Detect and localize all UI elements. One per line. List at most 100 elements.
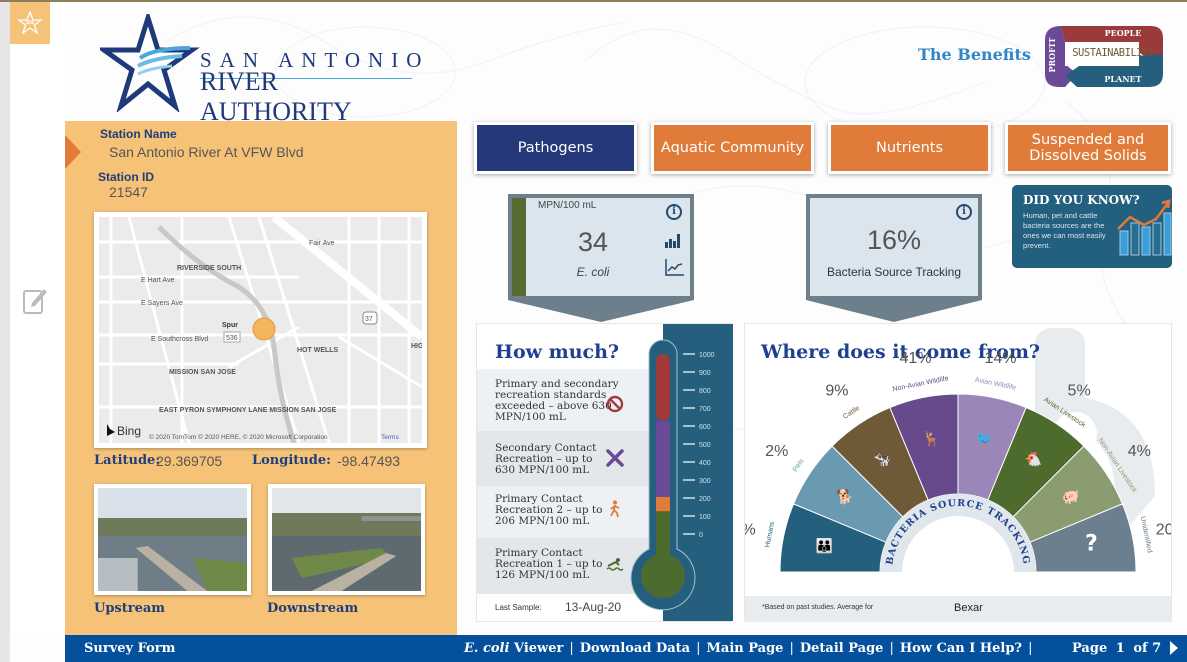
sara-logo[interactable]: SAN ANTONIO RIVER AUTHORITY (100, 14, 430, 126)
map-terms-link[interactable]: Terms (381, 434, 399, 441)
latitude-label: Latitude: (94, 453, 161, 468)
star-wave-logo-icon (100, 14, 200, 112)
info-icon[interactable]: i (956, 204, 972, 220)
bst-segment-pct: 14% (985, 350, 1017, 367)
bst-segment-pct: 20% (1156, 521, 1171, 538)
bst-segment-label: Unidentified (1139, 516, 1153, 554)
left-scroll-rail (0, 2, 10, 662)
longitude-label: Longitude: (252, 453, 331, 468)
band-text: Secondary Contact Recreation – up to 630… (495, 442, 597, 476)
next-page-icon[interactable] (1169, 640, 1179, 656)
survey-form-link[interactable]: Survey Form (84, 641, 175, 656)
dog-icon: 🐕 (836, 488, 853, 505)
page-prefix: Page (1072, 641, 1108, 656)
bst-segment-pct: 5% (1068, 383, 1091, 400)
kayak-icon (606, 449, 624, 467)
svg-text:37: 37 (365, 316, 373, 323)
favorite-button[interactable] (10, 2, 50, 44)
station-map[interactable]: RIVERSIDE SOUTH Fair Ave E Hart Ave E Sa… (94, 212, 427, 448)
separator: | (696, 641, 701, 656)
swimmer-icon (606, 558, 624, 571)
bst-segment-label: Avian Wildlife (974, 377, 1017, 392)
where-footer: *Based on past studies. Average for Bexa… (745, 596, 1171, 622)
deer-icon: 🦌 (923, 431, 940, 448)
where-panel: Where does it come from? 👪Humans5%🐕Pets2… (744, 323, 1172, 622)
tab-pathogens[interactable]: Pathogens (474, 122, 637, 174)
latitude-value: 29.369705 (156, 453, 223, 469)
scale-label: 800 (699, 388, 711, 395)
cow-icon: 🐄 (874, 452, 891, 468)
map-brand: Bing (117, 424, 141, 438)
scale-label: 1000 (699, 352, 715, 359)
scale-label: 500 (699, 442, 711, 449)
downstream-label: Downstream (267, 601, 359, 616)
downstream-image (272, 488, 421, 591)
upstream-label: Upstream (94, 601, 166, 616)
detail-page-link[interactable]: Detail Page (800, 641, 884, 656)
downstream-photo[interactable] (268, 484, 425, 595)
side-toolbar (10, 2, 65, 632)
svg-text:536: 536 (226, 335, 238, 342)
how-much-title: How much? (495, 341, 620, 363)
svg-text:HOT WELLS: HOT WELLS (297, 347, 339, 354)
bst-segment-pct: 5% (745, 521, 756, 538)
sustainability-badge[interactable]: SUSTAINABILITY PEOPLE PLANET PROFIT (1043, 24, 1165, 89)
report-page: SAN ANTONIO RIVER AUTHORITY The Benefits… (0, 0, 1187, 662)
bst-segment-label: Cattle (842, 405, 861, 421)
tab-aquatic-community[interactable]: Aquatic Community (651, 122, 814, 174)
download-data-link[interactable]: Download Data (580, 641, 690, 656)
station-marker[interactable] (252, 317, 276, 341)
link-text: Viewer (509, 641, 564, 656)
separator: | (889, 641, 894, 656)
footer-accent (65, 632, 457, 635)
tab-nutrients[interactable]: Nutrients (828, 122, 991, 174)
band-text: Primary Contact Recreation 2 – up to 206… (495, 493, 603, 527)
survey-edit-button[interactable] (22, 285, 48, 315)
sustainability-people: PEOPLE (1104, 28, 1142, 38)
benefits-link[interactable]: The Benefits (918, 45, 1031, 64)
separator: | (789, 641, 794, 656)
main-page-link[interactable]: Main Page (707, 641, 784, 656)
scale-label: 100 (699, 514, 711, 521)
ecoli-card[interactable]: MPN/100 mL 34 E. coli i (508, 194, 694, 322)
upstream-photo[interactable] (94, 484, 251, 595)
walker-icon (610, 500, 620, 518)
info-icon[interactable]: i (666, 204, 682, 220)
longitude-value: -98.47493 (337, 453, 401, 469)
station-name-label: Station Name (100, 127, 177, 141)
pig-icon: 🐖 (1062, 489, 1079, 505)
svg-text:EAST PYRON SYMPHONY LANE MISSI: EAST PYRON SYMPHONY LANE MISSION SAN JOS… (159, 407, 337, 414)
trend-chart-icon[interactable] (665, 258, 685, 276)
page-of: of (1133, 641, 1148, 656)
footer-nav-bar: Survey Form E. coli Viewer | Download Data… (65, 632, 1187, 662)
chicken-icon: 🐔 (1025, 451, 1042, 468)
did-you-know-text: Human, pet and cattle bacteria sources a… (1023, 211, 1106, 250)
sustainability-center: SUSTAINABILITY (1072, 47, 1154, 59)
svg-text:MISSION SAN JOSE: MISSION SAN JOSE (169, 369, 236, 376)
tab-suspended-dissolved-solids[interactable]: Suspended and Dissolved Solids (1005, 122, 1171, 174)
bst-segment-label: Humans (764, 521, 776, 548)
ecoli-name: E. coli (576, 265, 610, 279)
map-attribution: © 2020 TomTom © 2020 HERE, © 2020 Micros… (149, 433, 328, 441)
scale-label: 400 (699, 460, 711, 467)
sustainability-planet: PLANET (1104, 74, 1142, 84)
svg-text:HIGH: HIGH (411, 343, 422, 350)
bst-card[interactable]: i 16% Bacteria Source Tracking (806, 194, 982, 322)
station-id-label: Station ID (98, 170, 154, 184)
scale-label: 600 (699, 424, 711, 431)
svg-text:E Sayers Ave: E Sayers Ave (141, 300, 183, 307)
scale-label: 0 (699, 532, 703, 539)
did-you-know-callout[interactable]: DID YOU KNOW? Human, pet and cattle bact… (1012, 185, 1172, 268)
question-icon: ? (1085, 531, 1098, 556)
page-current: 1 (1115, 641, 1125, 656)
people-icon: 👪 (816, 537, 833, 554)
bst-segment-pct: 9% (825, 383, 848, 400)
bar-chart-icon[interactable] (665, 232, 683, 248)
ecoli-unit: MPN/100 mL (538, 200, 597, 211)
bst-label: Bacteria Source Tracking (826, 265, 962, 279)
edit-clipboard-icon (23, 289, 47, 314)
map-canvas[interactable]: RIVERSIDE SOUTH Fair Ave E Hart Ave E Sa… (99, 217, 422, 443)
how-can-i-help-link[interactable]: How Can I Help? (900, 641, 1022, 656)
upstream-image (98, 488, 247, 591)
ecoli-viewer-link[interactable]: E. coli Viewer (464, 641, 563, 656)
